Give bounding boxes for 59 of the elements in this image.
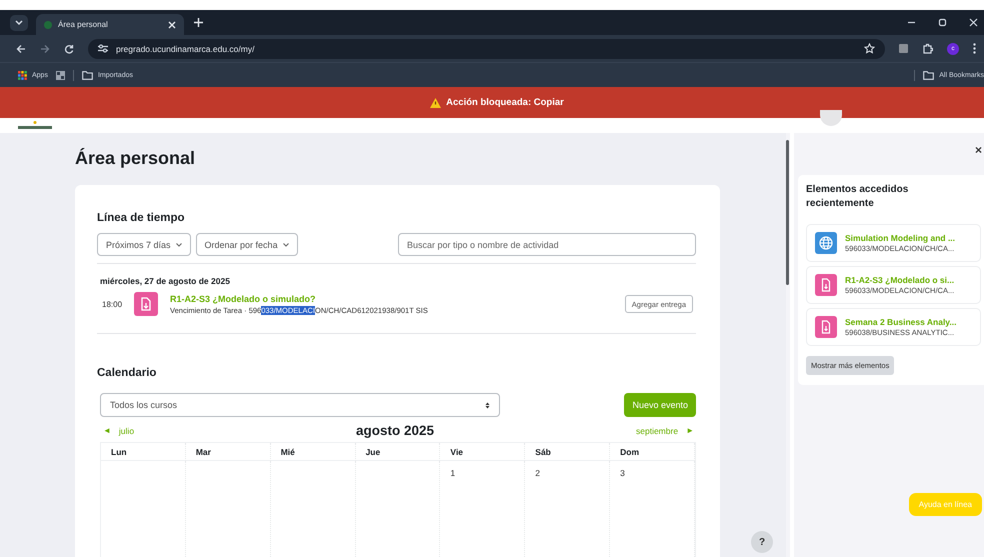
close-button[interactable]: × <box>974 143 982 157</box>
assignment-icon <box>815 274 837 296</box>
caret-icon <box>176 242 182 246</box>
close-icon[interactable] <box>969 18 978 27</box>
event-time: 18:00 <box>102 300 122 308</box>
day-cell[interactable]: 1 <box>440 461 526 557</box>
weekday-label: Jue <box>366 446 380 456</box>
month-title: agosto 2025 <box>356 423 434 438</box>
day-number: 3 <box>620 468 625 478</box>
caret-icon <box>15 20 23 26</box>
address-bar[interactable]: pregrado.ucundinamarca.edu.co/my/ <box>88 38 885 58</box>
weekday-label: Mar <box>196 446 211 456</box>
weekday-label: Mié <box>280 446 295 456</box>
weekday-label: Vie <box>450 446 464 456</box>
help-button[interactable]: ? <box>751 531 773 553</box>
weekday-label: Lun <box>111 446 127 456</box>
day-cell[interactable]: 3 <box>610 461 695 557</box>
assignment-icon <box>815 316 837 338</box>
select-arrows-icon <box>485 402 490 408</box>
item-title: R1-A2-S3 ¿Modelado o si... <box>845 275 954 285</box>
day-cell[interactable]: 2 <box>525 461 610 557</box>
logo-icon[interactable] <box>18 121 52 130</box>
filter-dropdown[interactable]: Ordenar por fecha <box>196 233 298 256</box>
alert-text: Acción bloqueada: Copiar <box>446 97 564 108</box>
puzzle-icon[interactable] <box>922 43 933 54</box>
tab-search-button[interactable] <box>10 14 28 30</box>
warning-icon <box>430 98 442 108</box>
globe-icon <box>815 232 837 254</box>
search-field[interactable]: Buscar por tipo o nombre de actividad <box>398 233 696 256</box>
close-icon[interactable] <box>168 20 176 28</box>
site-settings-icon <box>98 44 108 53</box>
date-heading: miércoles, 27 de agosto de 2025 <box>100 276 231 286</box>
day-number: 2 <box>535 468 540 478</box>
block-title: Elementos accedidos recientemente <box>806 183 910 211</box>
folder-icon <box>82 70 93 80</box>
assignment-icon <box>134 292 158 316</box>
star-icon[interactable] <box>864 43 875 54</box>
forward-icon[interactable] <box>40 44 50 54</box>
section-title: Línea de tiempo <box>97 212 186 224</box>
reload-icon[interactable] <box>64 44 74 54</box>
folder-icon <box>923 70 934 80</box>
item-title: Simulation Modeling and ... <box>845 233 956 243</box>
caret-icon <box>282 242 289 246</box>
section-title: Calendario <box>97 367 158 379</box>
scrollbar-thumb[interactable] <box>786 140 789 285</box>
favicon-icon <box>44 20 52 28</box>
item-title: Semana 2 Business Analy... <box>845 317 956 327</box>
restore-icon[interactable] <box>938 18 947 27</box>
new-tab-icon[interactable] <box>194 18 203 27</box>
browser-tab[interactable]: Área personal <box>36 14 184 35</box>
menu-icon[interactable] <box>973 43 976 54</box>
filter-dropdown[interactable]: Próximos 7 días <box>97 233 191 256</box>
page-title: Área personal <box>75 148 196 169</box>
day-number: 1 <box>450 468 456 478</box>
apps-grid-icon <box>18 70 27 80</box>
weekday-label: Dom <box>620 446 640 456</box>
back-icon[interactable] <box>16 44 26 54</box>
weekday-label: Sáb <box>535 446 551 456</box>
course-select[interactable]: Todos los cursos <box>100 393 500 417</box>
